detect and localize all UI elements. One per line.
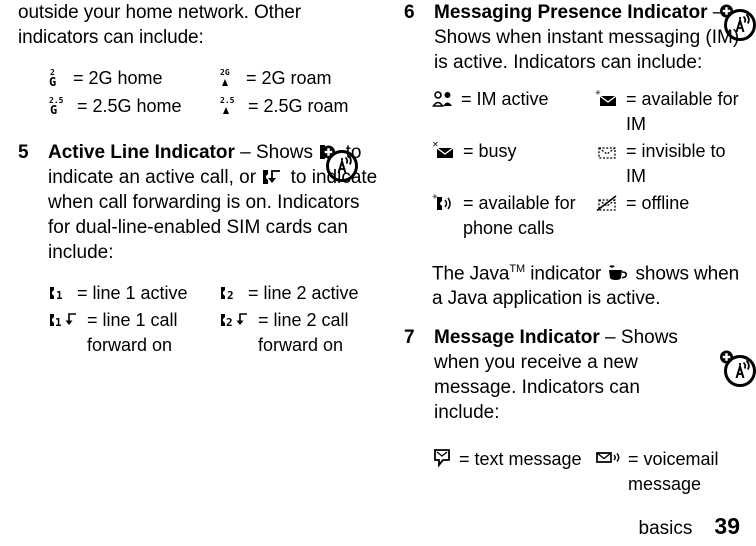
list-item-label: = line 2 active — [248, 283, 359, 303]
step-number: 6 — [404, 2, 415, 23]
list-item-label: = invisible to IM — [626, 141, 726, 186]
list-item-label: = IM active — [461, 89, 549, 109]
line-indicator-grid: 1 = line 1 active 2 = line 2 active 1 = … — [48, 281, 378, 358]
step-title: Active Line Indicator — [48, 142, 235, 163]
step-number: 7 — [404, 327, 415, 349]
line-2-active-icon: 2 — [219, 281, 243, 306]
step-body: Messaging Presence Indicator – Shows whe… — [434, 0, 740, 75]
2g-home-icon: 2 G — [48, 66, 68, 92]
step-title: Message Indicator — [434, 327, 600, 349]
svg-text:1: 1 — [56, 289, 63, 302]
list-item-label: = text message — [459, 449, 582, 470]
footer-page-number: 39 — [714, 513, 740, 539]
list-item: = IM active — [432, 87, 583, 137]
page-footer: basics 39 — [639, 513, 740, 540]
list-item: 2 G = 2G home — [48, 66, 207, 92]
list-item-label: = available for IM — [626, 89, 739, 134]
list-item: 2G = 2G roam — [219, 66, 378, 92]
line-1-active-icon: 1 — [48, 281, 72, 306]
svg-text:2: 2 — [227, 289, 234, 302]
svg-text:✳: ✳ — [595, 89, 601, 97]
network-antenna-margin-icon-2 — [718, 2, 756, 44]
voicemail-message-icon — [595, 447, 623, 472]
list-item: ✳ = available for phone calls — [432, 191, 583, 241]
list-item-label: = 2.5G home — [77, 96, 182, 116]
step-dash: – — [234, 142, 256, 163]
offline-icon — [595, 191, 621, 216]
step-text: Shows when instant messaging (IM) is act… — [434, 27, 740, 73]
list-item: 1 = line 1 call forward on — [48, 308, 207, 358]
intro-paragraph: outside your home network. Other indicat… — [18, 2, 301, 48]
svg-text:2.5: 2.5 — [220, 96, 235, 105]
25g-home-icon: 2.5 G — [48, 94, 72, 120]
list-item-label: = 2G home — [73, 68, 163, 88]
line-2-call-forward-icon: 2 — [219, 308, 253, 333]
list-item: 2.5 = 2.5G roam — [219, 94, 378, 120]
step-7: 7 Message Indicator – Shows when you rec… — [404, 325, 740, 425]
step-text-1: Shows — [256, 142, 319, 163]
step-title: Messaging Presence Indicator — [434, 2, 708, 23]
java-note-text-2: indicator — [525, 263, 607, 285]
java-coffee-cup-icon — [606, 261, 630, 286]
list-item: ✳ = available for IM — [595, 87, 746, 137]
2g-roam-icon: 2G — [219, 66, 241, 92]
list-item-label: = 2G roam — [246, 68, 332, 88]
trademark-symbol: TM — [509, 263, 526, 275]
network-indicator-grid: 2 G = 2G home 2G = 2G roam 2.5 G = 2.5G … — [48, 66, 378, 120]
footer-section-label: basics — [638, 518, 693, 539]
list-item: ✕ = busy — [432, 139, 583, 189]
java-note-paragraph: The JavaTM indicator shows when a Java a… — [432, 257, 750, 311]
busy-icon: ✕ — [432, 139, 458, 164]
network-antenna-margin-icon-1 — [320, 143, 362, 185]
message-indicator-grid: = text message = voicemail message — [432, 447, 746, 497]
step-body: Message Indicator – Shows when you recei… — [434, 325, 684, 425]
svg-text:2G: 2G — [220, 68, 230, 77]
list-item-label: = busy — [463, 141, 517, 161]
line-1-call-forward-icon: 1 — [48, 308, 82, 333]
available-for-phone-calls-icon: ✳ — [432, 191, 458, 216]
call-forward-icon — [261, 165, 285, 190]
list-item: 2 = line 2 call forward on — [219, 308, 378, 358]
java-note-text-1: The Java — [432, 263, 510, 285]
svg-text:1: 1 — [55, 316, 62, 329]
list-item-label: = line 1 active — [77, 283, 188, 303]
text-message-icon — [432, 447, 454, 472]
25g-roam-icon: 2.5 — [219, 94, 243, 120]
right-column: 6 Messaging Presence Indicator – Shows w… — [404, 0, 740, 497]
invisible-to-im-icon — [595, 139, 621, 164]
step-6: 6 Messaging Presence Indicator – Shows w… — [404, 0, 740, 75]
list-item-label: = line 2 call forward on — [258, 310, 349, 355]
step-dash: – — [599, 327, 621, 349]
list-item: = offline — [595, 191, 746, 241]
list-item: 1 = line 1 active — [48, 281, 207, 306]
list-item-label: = offline — [626, 193, 690, 213]
list-item: = text message — [432, 447, 583, 497]
im-indicator-grid: = IM active ✳ = available for IM ✕ = bus… — [432, 87, 746, 241]
list-item: 2 = line 2 active — [219, 281, 378, 306]
list-item: 2.5 G = 2.5G home — [48, 94, 207, 120]
svg-text:G: G — [49, 75, 56, 88]
manual-page: outside your home network. Other indicat… — [0, 0, 756, 546]
list-item-label: = line 1 call forward on — [87, 310, 178, 355]
network-antenna-margin-icon-3 — [718, 348, 756, 390]
list-item-label: = 2.5G roam — [248, 96, 349, 116]
list-item: = voicemail message — [595, 447, 746, 497]
im-active-icon — [432, 87, 456, 112]
available-for-im-icon: ✳ — [595, 87, 621, 112]
list-item-label: = available for phone calls — [463, 193, 576, 238]
list-item: = invisible to IM — [595, 139, 746, 189]
step-number: 5 — [18, 142, 29, 163]
svg-text:2: 2 — [226, 316, 233, 329]
svg-text:G: G — [50, 103, 57, 116]
list-item-label: = voicemail message — [628, 449, 719, 495]
